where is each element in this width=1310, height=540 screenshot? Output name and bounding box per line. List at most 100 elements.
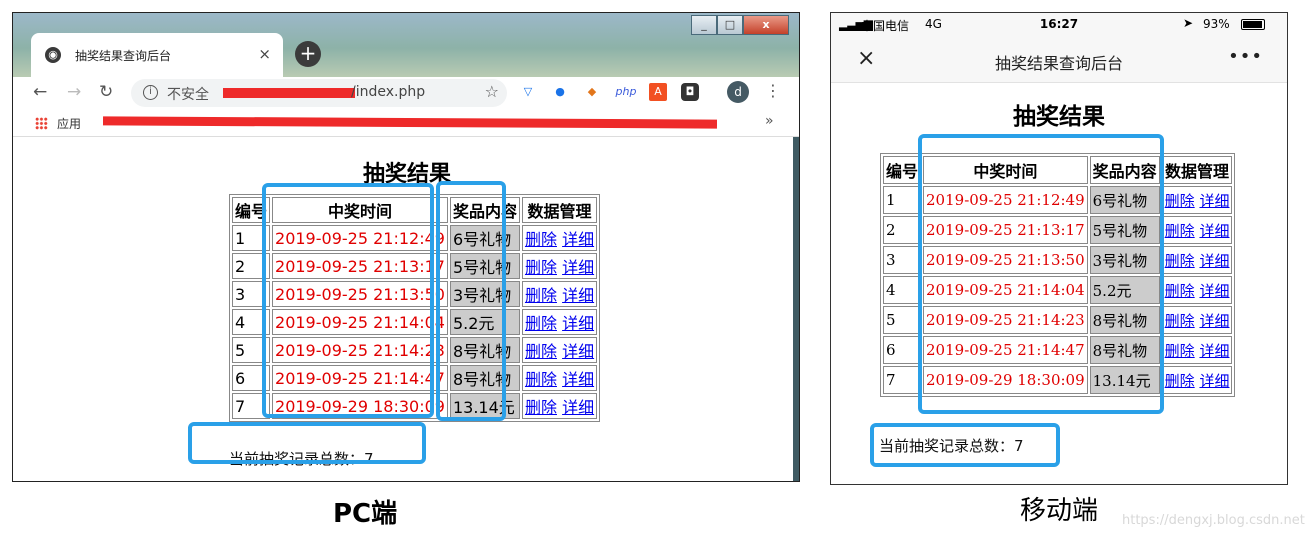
insecure-label: 不安全 — [167, 87, 209, 103]
new-tab-button[interactable]: + — [295, 41, 321, 67]
manage-cell: 删除 详细 — [521, 253, 598, 279]
manage-cell: 删除 详细 — [1161, 246, 1233, 274]
manage-cell: 删除 详细 — [1161, 336, 1233, 364]
delete-link[interactable]: 删除 — [1165, 252, 1195, 270]
detail-link[interactable]: 详细 — [1199, 282, 1229, 300]
status-bar: ▂▃▅▆ 中国电信 4G 16:27 ➤ 93% — [831, 13, 1287, 37]
mobile-page-title: 抽奖结果查询后台 — [994, 54, 1123, 73]
detail-link[interactable]: 详细 — [562, 342, 594, 361]
fox-extension-icon[interactable]: ◆ — [583, 83, 601, 101]
minimize-button[interactable]: _ — [691, 15, 717, 35]
pc-caption: PC端 — [333, 499, 398, 529]
column-header: 数据管理 — [1161, 156, 1233, 184]
profile-avatar[interactable]: d — [727, 81, 749, 103]
menu-icon[interactable]: ⋮ — [765, 81, 781, 100]
delete-link[interactable]: 删除 — [1165, 342, 1195, 360]
detail-link[interactable]: 详细 — [562, 370, 594, 389]
delete-link[interactable]: 删除 — [1165, 282, 1195, 300]
detail-link[interactable]: 详细 — [562, 258, 594, 277]
mobile-table-highlight — [918, 134, 1164, 414]
browser-tab[interactable]: ◉ 抽奖结果查询后台 × — [31, 33, 283, 77]
delete-link[interactable]: 删除 — [1165, 372, 1195, 390]
detail-link[interactable]: 详细 — [1199, 252, 1229, 270]
delete-link[interactable]: 删除 — [525, 370, 557, 389]
apps-grid-icon[interactable] — [35, 117, 48, 130]
detail-link[interactable]: 详细 — [1199, 342, 1229, 360]
detail-link[interactable]: 详细 — [1199, 222, 1229, 240]
mobile-caption: 移动端 — [1020, 496, 1099, 526]
manage-cell: 删除 详细 — [1161, 306, 1233, 334]
delete-link[interactable]: 删除 — [525, 398, 557, 417]
id-cell: 5 — [883, 306, 922, 334]
delete-link[interactable]: 删除 — [1165, 222, 1195, 240]
bookmarks-more-icon[interactable]: » — [765, 113, 774, 129]
delete-link[interactable]: 删除 — [1165, 312, 1195, 330]
shield-extension-icon[interactable]: ▽ — [519, 83, 537, 101]
delete-link[interactable]: 删除 — [525, 314, 557, 333]
glasses-extension-icon[interactable]: ◘ — [681, 83, 699, 101]
manage-cell: 删除 详细 — [521, 393, 598, 419]
location-icon: ➤ — [1183, 16, 1194, 30]
column-header: 数据管理 — [521, 197, 598, 223]
watermark: https://dengxj.blog.csdn.net — [1122, 513, 1305, 528]
bulb-extension-icon[interactable]: ● — [551, 83, 569, 101]
manage-cell: 删除 详细 — [1161, 366, 1233, 394]
url-redaction — [223, 88, 355, 98]
tab-title: 抽奖结果查询后台 — [75, 49, 172, 63]
manage-cell: 删除 详细 — [1161, 276, 1233, 304]
back-icon[interactable]: ← — [33, 82, 47, 102]
detail-link[interactable]: 详细 — [1199, 312, 1229, 330]
delete-link[interactable]: 删除 — [1165, 192, 1195, 210]
reload-icon[interactable]: ↻ — [99, 82, 113, 102]
detail-link[interactable]: 详细 — [562, 398, 594, 417]
close-tab-icon[interactable]: × — [258, 45, 271, 63]
id-cell: 3 — [883, 246, 922, 274]
detail-link[interactable]: 详细 — [1199, 192, 1229, 210]
info-icon[interactable]: i — [143, 85, 158, 100]
forward-icon[interactable]: → — [67, 82, 81, 102]
manage-cell: 删除 详细 — [521, 365, 598, 391]
delete-link[interactable]: 删除 — [525, 230, 557, 249]
column-header: 编号 — [883, 156, 922, 184]
delete-link[interactable]: 删除 — [525, 258, 557, 277]
delete-link[interactable]: 删除 — [525, 342, 557, 361]
window-controls: _ □ x — [691, 15, 789, 37]
manage-cell: 删除 详细 — [521, 309, 598, 335]
manage-cell: 删除 详细 — [1161, 186, 1233, 214]
manage-cell: 删除 详细 — [521, 225, 598, 251]
browser-toolbar: ← → ↻ i 不安全 /index.php ☆ ▽ ● ◆ php A ◘ d… — [13, 77, 799, 109]
title-bar: ◉ 抽奖结果查询后台 × + _ □ x — [13, 13, 799, 77]
more-options-icon[interactable]: ••• — [1228, 46, 1263, 67]
time-column-highlight — [262, 183, 434, 418]
address-bar[interactable]: i 不安全 /index.php ☆ — [131, 79, 507, 107]
manage-cell: 删除 详细 — [521, 337, 598, 363]
maximize-button[interactable]: □ — [717, 15, 743, 35]
id-cell: 6 — [883, 336, 922, 364]
detail-link[interactable]: 详细 — [562, 286, 594, 305]
detail-link[interactable]: 详细 — [562, 314, 594, 333]
delete-link[interactable]: 删除 — [525, 286, 557, 305]
id-cell: 4 — [883, 276, 922, 304]
php-extension-icon[interactable]: php — [613, 83, 639, 101]
battery-percent: 93% — [1203, 17, 1230, 31]
detail-link[interactable]: 详细 — [562, 230, 594, 249]
mobile-nav-bar: × 抽奖结果查询后台 ••• — [831, 37, 1287, 83]
apps-label[interactable]: 应用 — [57, 115, 81, 132]
page-title: 抽奖结果 — [1013, 104, 1105, 130]
url-text: /index.php — [351, 84, 426, 100]
battery-icon — [1241, 19, 1265, 30]
prize-column-highlight — [436, 181, 506, 421]
bookmarks-redaction — [102, 116, 718, 129]
comparison-figure: ◉ 抽奖结果查询后台 × + _ □ x ← → ↻ i 不安全 /index.… — [0, 0, 1310, 540]
pc-total-highlight — [188, 422, 426, 464]
translate-extension-icon[interactable]: A — [649, 83, 667, 101]
manage-cell: 删除 详细 — [521, 281, 598, 307]
bookmarks-bar: 应用 » — [13, 109, 799, 137]
bookmark-star-icon[interactable]: ☆ — [485, 82, 499, 101]
close-window-button[interactable]: x — [743, 15, 789, 35]
id-cell: 2 — [883, 216, 922, 244]
mobile-total-highlight — [870, 423, 1060, 467]
scrollbar[interactable] — [793, 137, 799, 481]
manage-cell: 删除 详细 — [1161, 216, 1233, 244]
detail-link[interactable]: 详细 — [1199, 372, 1229, 390]
